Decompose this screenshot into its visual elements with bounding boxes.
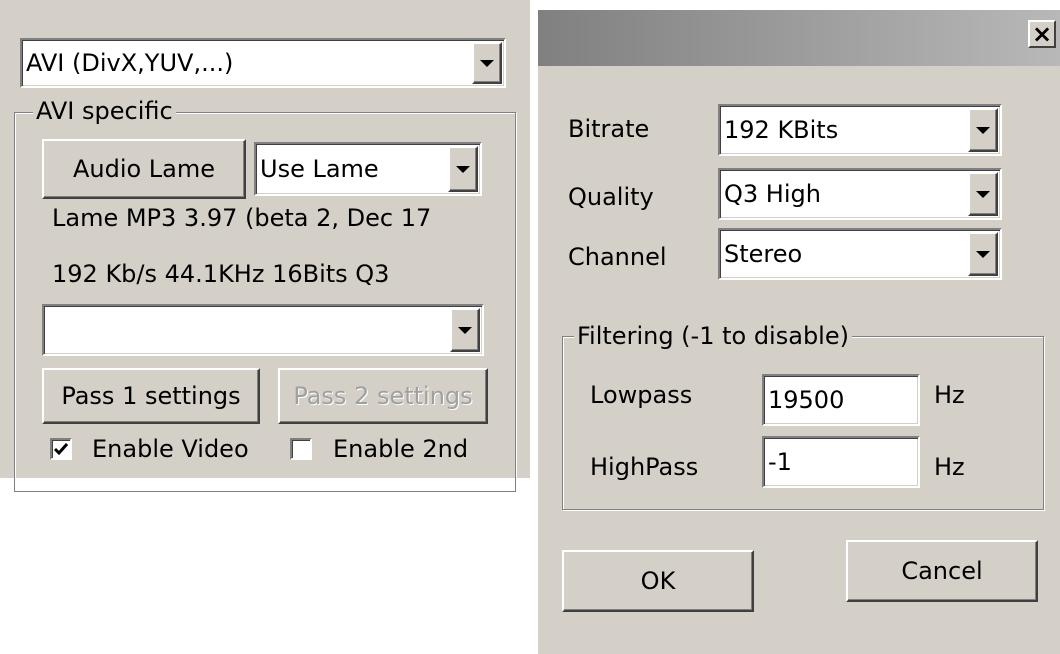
chevron-down-icon[interactable] bbox=[448, 146, 478, 192]
audio-codec-combo[interactable] bbox=[42, 304, 484, 356]
container-format-value: AVI (DivX,YUV,...) bbox=[26, 49, 234, 77]
codec-info-text: Lame MP3 3.97 (beta 2, Dec 17 bbox=[52, 204, 432, 232]
channel-combo[interactable]: Stereo bbox=[718, 228, 1002, 280]
check-icon bbox=[53, 443, 69, 456]
quality-value: Q3 High bbox=[724, 180, 821, 208]
highpass-label: HighPass bbox=[590, 453, 699, 481]
chevron-down-icon[interactable] bbox=[968, 232, 998, 276]
bitrate-value: 192 KBits bbox=[724, 116, 839, 144]
channel-label: Channel bbox=[568, 243, 667, 271]
output-settings-panel: AVI (DivX,YUV,...) AVI specific Audio La… bbox=[0, 0, 530, 492]
enable-video-label: Enable Video bbox=[92, 435, 249, 463]
lowpass-label: Lowpass bbox=[590, 381, 693, 409]
chevron-down-icon[interactable] bbox=[472, 42, 502, 84]
filtering-group-title: Filtering (-1 to disable) bbox=[574, 321, 852, 351]
enable-2nd-checkbox[interactable] bbox=[290, 438, 312, 460]
chevron-down-icon[interactable] bbox=[968, 108, 998, 152]
channel-value: Stereo bbox=[724, 240, 803, 268]
pass-1-settings-button[interactable]: Pass 1 settings bbox=[42, 368, 260, 424]
enable-video-checkbox[interactable] bbox=[50, 438, 72, 460]
avi-specific-group-title: AVI specific bbox=[33, 96, 176, 126]
chevron-down-icon[interactable] bbox=[968, 172, 998, 216]
audio-lame-button[interactable]: Audio Lame bbox=[42, 139, 246, 199]
close-button[interactable]: × bbox=[1028, 20, 1056, 48]
highpass-value: -1 bbox=[768, 448, 792, 476]
lowpass-input[interactable]: 19500 bbox=[762, 374, 920, 426]
enable-2nd-label: Enable 2nd bbox=[333, 435, 469, 463]
audio-settings-dialog: × Bitrate 192 KBits Quality Q3 High Chan… bbox=[538, 10, 1060, 654]
quality-label: Quality bbox=[568, 183, 654, 211]
quality-combo[interactable]: Q3 High bbox=[718, 168, 1002, 220]
bitrate-combo[interactable]: 192 KBits bbox=[718, 104, 1002, 156]
dialog-title-bar: × bbox=[538, 10, 1060, 66]
highpass-input[interactable]: -1 bbox=[762, 436, 920, 488]
cancel-button[interactable]: Cancel bbox=[846, 540, 1038, 602]
highpass-unit: Hz bbox=[934, 453, 965, 481]
chevron-down-icon[interactable] bbox=[450, 308, 480, 352]
pass-2-settings-button[interactable]: Pass 2 settings bbox=[278, 368, 488, 424]
audio-mode-combo[interactable]: Use Lame bbox=[254, 142, 482, 196]
container-format-combo[interactable]: AVI (DivX,YUV,...) bbox=[20, 38, 506, 88]
lowpass-unit: Hz bbox=[934, 381, 965, 409]
format-info-text: 192 Kb/s 44.1KHz 16Bits Q3 bbox=[52, 260, 390, 288]
bitrate-label: Bitrate bbox=[568, 115, 650, 143]
ok-button[interactable]: OK bbox=[562, 550, 754, 612]
lowpass-value: 19500 bbox=[768, 386, 845, 414]
audio-mode-value: Use Lame bbox=[260, 155, 379, 183]
close-icon: × bbox=[1031, 20, 1053, 48]
